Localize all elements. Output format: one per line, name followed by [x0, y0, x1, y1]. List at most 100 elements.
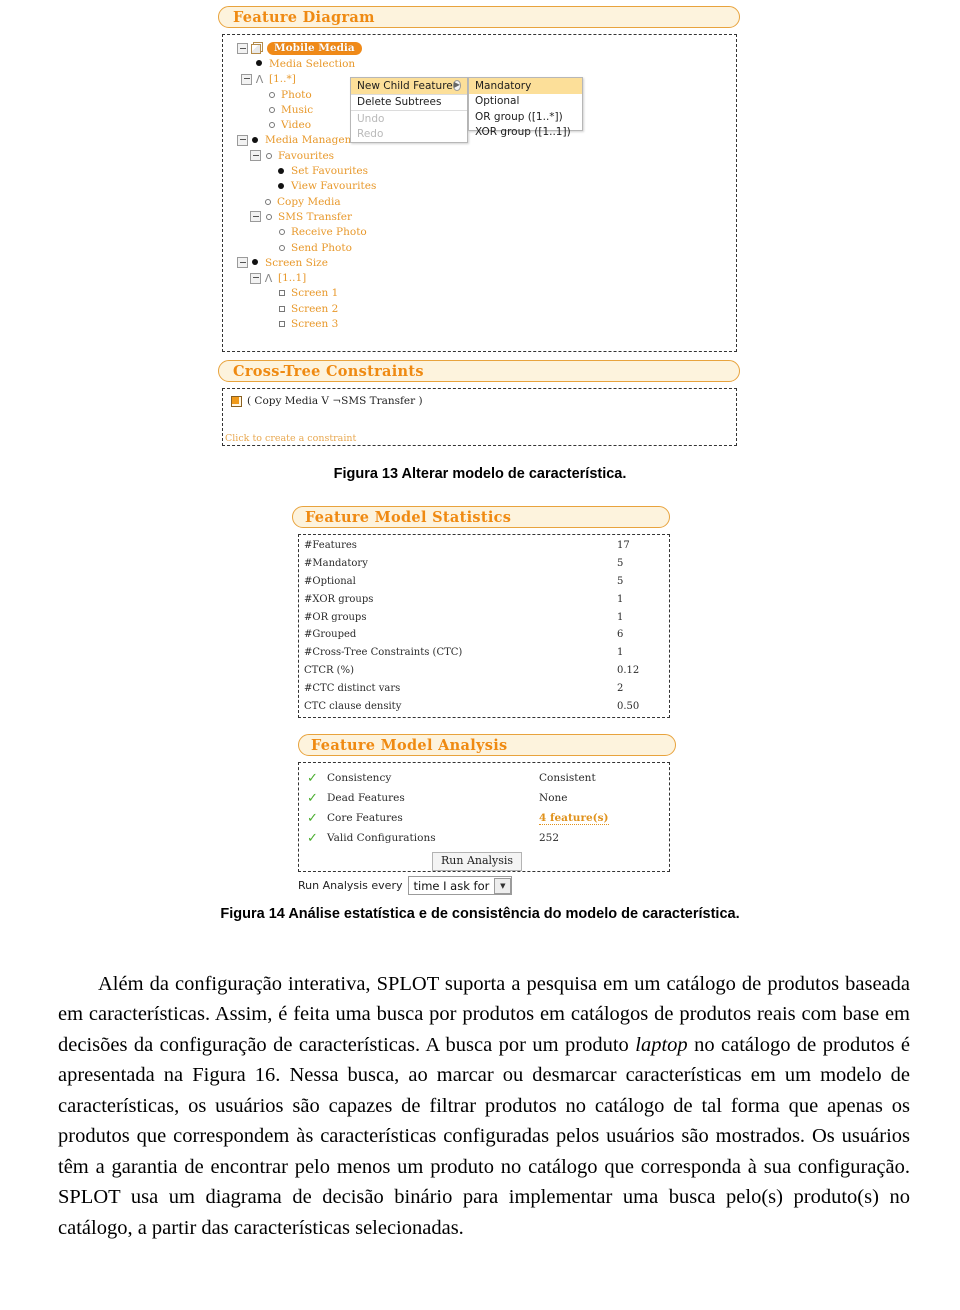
- submenu-item-mandatory[interactable]: Mandatory: [469, 78, 582, 94]
- stat-value: 6: [617, 629, 624, 641]
- table-row: #XOR groups 1: [299, 590, 669, 608]
- tree-node-label[interactable]: Screen 1: [291, 287, 338, 299]
- stat-value: 0.50: [617, 700, 640, 712]
- submenu-item-optional[interactable]: Optional: [469, 94, 582, 110]
- menu-item-label: Redo: [357, 128, 384, 141]
- optional-bullet-icon: [267, 105, 276, 114]
- mandatory-bullet-icon: [251, 258, 260, 267]
- table-row: #Features 17: [299, 537, 669, 555]
- menu-item-undo: Undo: [351, 110, 467, 127]
- cross-tree-constraints-title: Cross-Tree Constraints: [233, 362, 424, 380]
- table-row: ✓ Dead Features None: [299, 788, 669, 808]
- tree-node-label[interactable]: Screen 3: [291, 318, 338, 330]
- stat-value: 1: [617, 593, 624, 605]
- expander-icon[interactable]: [250, 272, 261, 284]
- tree-node-root[interactable]: Mobile Media: [233, 41, 376, 56]
- check-icon: ✓: [307, 790, 318, 806]
- paragraph-italic-term: laptop: [635, 1033, 688, 1056]
- constraint-icon: [231, 395, 242, 407]
- stat-label: CTC clause density: [304, 700, 402, 712]
- table-row: #Grouped 6: [299, 626, 669, 644]
- expander-icon[interactable]: [237, 257, 248, 269]
- figure-13-caption: Figura 13 Alterar modelo de característi…: [333, 466, 627, 482]
- tree-node-xor-group-1[interactable]: Λ [1..1]: [233, 270, 376, 285]
- tree-node-label[interactable]: [1..*]: [269, 73, 296, 85]
- context-submenu[interactable]: Mandatory Optional OR group ([1..*]) XOR…: [468, 77, 583, 138]
- tree-node-label[interactable]: Screen 2: [291, 303, 338, 315]
- analysis-label: Valid Configurations: [327, 832, 436, 844]
- tree-node-screen-3[interactable]: Screen 3: [233, 316, 376, 331]
- feature-card-icon: [251, 43, 261, 54]
- tree-node-label[interactable]: Screen Size: [265, 257, 328, 269]
- tree-node-screen-2[interactable]: Screen 2: [233, 301, 376, 316]
- stat-label: CTCR (%): [304, 664, 354, 676]
- tree-node-view-favourites[interactable]: View Favourites: [233, 179, 376, 194]
- tree-node-label[interactable]: Copy Media: [277, 196, 341, 208]
- table-row: #Mandatory 5: [299, 555, 669, 573]
- menu-item-label: Delete Subtrees: [357, 96, 442, 109]
- analysis-label: Consistency: [327, 772, 392, 784]
- tree-node-label[interactable]: Favourites: [278, 150, 334, 162]
- tree-node-label[interactable]: Music: [281, 104, 313, 116]
- tree-node-label[interactable]: [1..1]: [278, 272, 306, 284]
- menu-item-delete-subtrees[interactable]: Delete Subtrees: [351, 93, 467, 111]
- figure-14-screenshot: Feature Model Statistics #Features 17 #M…: [292, 506, 682, 895]
- create-constraint-hint[interactable]: Click to create a constraint: [225, 433, 356, 444]
- tree-node-screen-size[interactable]: Screen Size: [233, 255, 376, 270]
- body-paragraph: Além da configuração interativa, SPLOT s…: [58, 969, 910, 1244]
- expander-icon[interactable]: [250, 211, 261, 223]
- grouped-bullet-icon: [277, 319, 286, 328]
- feature-diagram-body: Mobile Media Media Selection Λ [1..*] Ph…: [222, 34, 737, 352]
- tree-node-label[interactable]: Photo: [281, 89, 312, 101]
- paragraph-part-2: no catálogo de produtos é apresentada na…: [58, 1033, 910, 1239]
- tree-node-label[interactable]: Send Photo: [291, 242, 352, 254]
- expander-icon[interactable]: [237, 43, 248, 55]
- context-menu[interactable]: New Child Feature ▶ Delete Subtrees Undo…: [350, 77, 468, 143]
- menu-item-new-child-feature[interactable]: New Child Feature ▶: [351, 78, 467, 94]
- tree-node-send-photo[interactable]: Send Photo: [233, 240, 376, 255]
- tree-node-copy-media[interactable]: Copy Media: [233, 194, 376, 209]
- tree-node-set-favourites[interactable]: Set Favourites: [233, 163, 376, 178]
- tree-node-label[interactable]: Media Selection: [269, 58, 355, 70]
- table-row: ✓ Core Features 4 feature(s): [299, 808, 669, 828]
- analysis-label: Dead Features: [327, 792, 405, 804]
- table-row: CTCR (%) 0.12: [299, 662, 669, 680]
- stat-label: #Grouped: [304, 629, 357, 641]
- run-analysis-frequency-select[interactable]: time I ask for ▼: [408, 876, 513, 895]
- table-row: #CTC distinct vars 2: [299, 679, 669, 697]
- tree-node-receive-photo[interactable]: Receive Photo: [233, 225, 376, 240]
- expander-icon[interactable]: [237, 134, 248, 146]
- stat-value: 1: [617, 611, 624, 623]
- mandatory-bullet-icon: [277, 167, 286, 176]
- stat-value: 2: [617, 682, 624, 694]
- core-features-link[interactable]: 4 feature(s): [539, 812, 609, 825]
- feature-model-analysis-body: ✓ Consistency Consistent ✓ Dead Features…: [298, 762, 670, 872]
- or-group-icon: Λ: [255, 72, 264, 86]
- tree-node-media-selection[interactable]: Media Selection: [233, 56, 376, 71]
- constraint-row[interactable]: ( Copy Media V ¬SMS Transfer ): [231, 395, 423, 407]
- run-analysis-button[interactable]: Run Analysis: [432, 852, 523, 871]
- expander-icon[interactable]: [241, 73, 252, 85]
- constraint-expression[interactable]: ( Copy Media V ¬SMS Transfer ): [247, 395, 423, 407]
- tree-node-label[interactable]: Receive Photo: [291, 226, 367, 238]
- tree-node-label[interactable]: Set Favourites: [291, 165, 368, 177]
- stat-label: #Mandatory: [304, 558, 368, 570]
- chevron-down-icon[interactable]: ▼: [494, 877, 512, 894]
- table-row: ✓ Consistency Consistent: [299, 768, 669, 788]
- tree-node-label[interactable]: Video: [281, 119, 311, 131]
- check-icon: ✓: [307, 830, 318, 846]
- tree-node-label[interactable]: View Favourites: [291, 180, 376, 192]
- tree-node-sms-transfer[interactable]: SMS Transfer: [233, 209, 376, 224]
- tree-node-favourites[interactable]: Favourites: [233, 148, 376, 163]
- root-feature-label[interactable]: Mobile Media: [267, 42, 362, 56]
- tree-node-label[interactable]: SMS Transfer: [278, 211, 352, 223]
- expander-icon[interactable]: [250, 150, 261, 162]
- optional-bullet-icon: [277, 228, 286, 237]
- feature-model-statistics-title: Feature Model Statistics: [305, 508, 512, 526]
- stat-value: 5: [617, 558, 624, 570]
- mandatory-bullet-icon: [277, 182, 286, 191]
- submenu-item-or-group[interactable]: OR group ([1..*]): [469, 109, 582, 125]
- table-row: #Cross-Tree Constraints (CTC) 1: [299, 644, 669, 662]
- tree-node-screen-1[interactable]: Screen 1: [233, 286, 376, 301]
- submenu-item-xor-group[interactable]: XOR group ([1..1]): [469, 125, 582, 141]
